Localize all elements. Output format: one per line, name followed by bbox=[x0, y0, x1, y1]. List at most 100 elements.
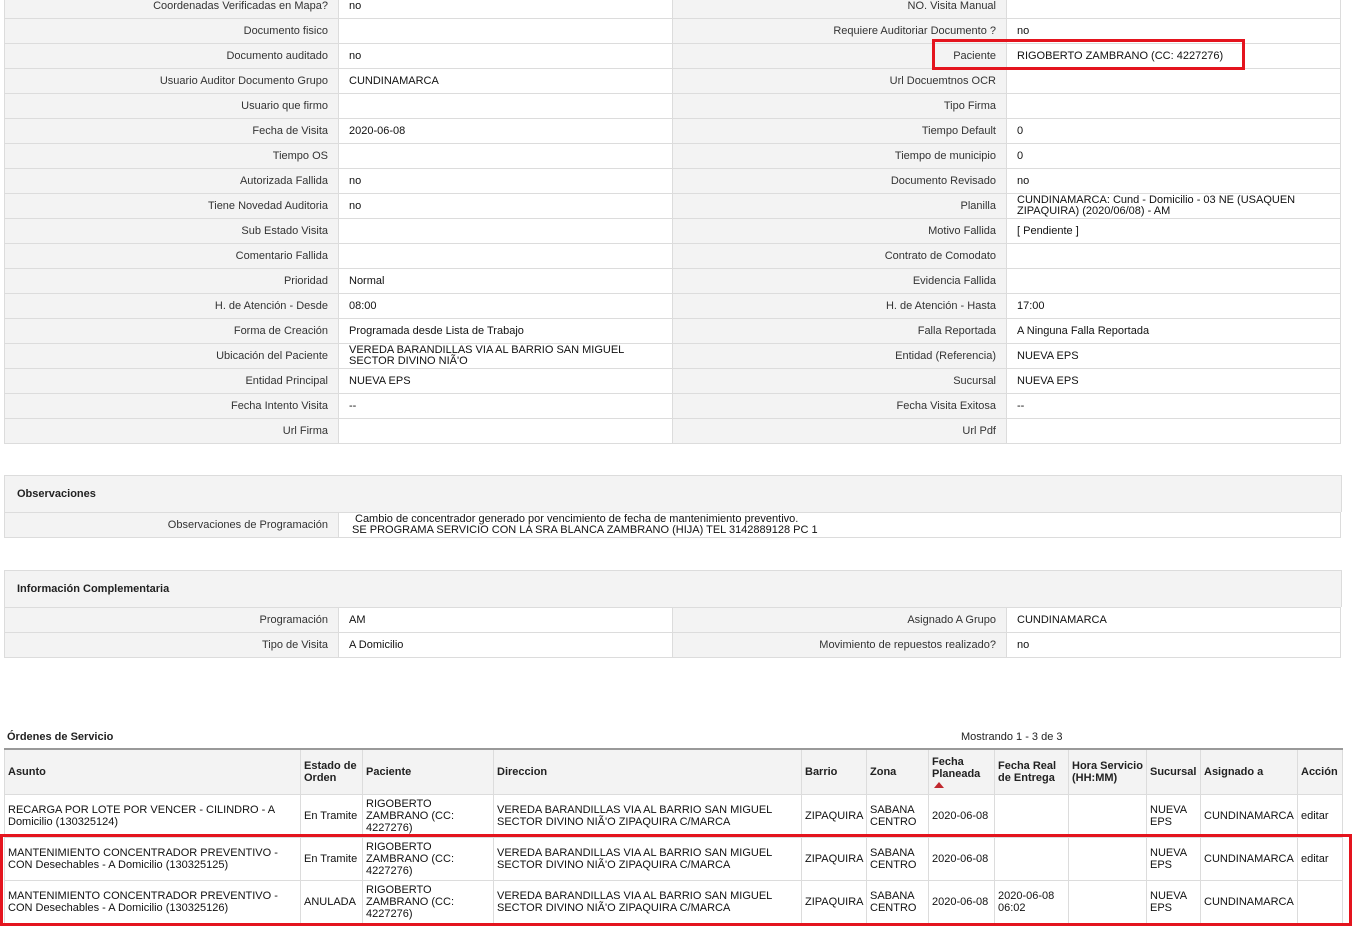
column-label: Fecha Real de Entrega bbox=[998, 760, 1057, 784]
label-url-firma: Url Firma bbox=[4, 418, 339, 444]
cell-asignado: CUNDINAMARCA bbox=[1200, 880, 1298, 924]
value-url-pdf bbox=[1006, 418, 1341, 444]
value-coordenadas-verificadas-en-mapa: no bbox=[338, 0, 673, 19]
label-contrato-de-comodato: Contrato de Comodato bbox=[672, 243, 1007, 269]
label-requiere-auditoriar-documento: Requiere Auditoriar Documento ? bbox=[672, 18, 1007, 44]
details-row: Entidad Principal NUEVA EPS Sucursal NUEVA … bbox=[4, 368, 1341, 394]
value-tiempo-default: 0 bbox=[1006, 118, 1341, 144]
observaciones-table: Observaciones de Programación Cambio de … bbox=[4, 512, 1341, 538]
cell-direccion: VEREDA BARANDILLAS VIA AL BARRIO SAN MIG… bbox=[493, 880, 802, 924]
cell-hora bbox=[1068, 794, 1147, 838]
column-label: Barrio bbox=[805, 766, 838, 778]
sort-asc-icon[interactable] bbox=[934, 782, 944, 788]
cell-direccion: VEREDA BARANDILLAS VIA AL BARRIO SAN MIG… bbox=[493, 837, 802, 881]
edit-link[interactable]: editar bbox=[1301, 810, 1329, 822]
column-label: Asunto bbox=[8, 766, 46, 778]
column-label: Estado de Orden bbox=[304, 760, 357, 784]
column-paciente[interactable]: Paciente bbox=[362, 748, 494, 795]
cell-estado: En Tramite bbox=[300, 837, 363, 881]
value-h-de-atencion-hasta: 17:00 bbox=[1006, 293, 1341, 319]
value-programacion: AM bbox=[338, 607, 673, 633]
value-falla-reportada: A Ninguna Falla Reportada bbox=[1006, 318, 1341, 344]
column-sucursal[interactable]: Sucursal bbox=[1146, 748, 1201, 795]
column-direccion[interactable]: Direccion bbox=[493, 748, 802, 795]
visit-details-table: Coordenadas Verificadas en Mapa? no NO. Vi… bbox=[4, 0, 1341, 444]
cell-fecha-planeada: 2020-06-08 bbox=[928, 837, 995, 881]
details-row: Coordenadas Verificadas en Mapa? no NO. Vi… bbox=[4, 0, 1341, 19]
column-asignado-a[interactable]: Asignado a bbox=[1200, 748, 1298, 795]
value-documento-auditado: no bbox=[338, 43, 673, 69]
cell-fecha-real bbox=[994, 837, 1069, 881]
label-prioridad: Prioridad bbox=[4, 268, 339, 294]
cell-accion bbox=[1297, 880, 1343, 924]
value-fecha-de-visita: 2020-06-08 bbox=[338, 118, 673, 144]
column-accion[interactable]: Acción bbox=[1297, 748, 1343, 795]
edit-link[interactable]: editar bbox=[1301, 853, 1329, 865]
label-documento-auditado: Documento auditado bbox=[4, 43, 339, 69]
label-planilla: Planilla bbox=[672, 193, 1007, 219]
cell-fecha-real bbox=[994, 794, 1069, 838]
cell-accion: editar bbox=[1297, 837, 1343, 881]
cell-estado: En Tramite bbox=[300, 794, 363, 838]
column-label: Fecha Planeada bbox=[932, 756, 981, 780]
complementaria-row: Tipo de Visita A Domicilio Movimiento de r… bbox=[4, 632, 1341, 658]
value-entidad-referencia: NUEVA EPS bbox=[1006, 343, 1341, 369]
label-sucursal: Sucursal bbox=[672, 368, 1007, 394]
details-row: Sub Estado Visita Motivo Fallida[ Pendien… bbox=[4, 218, 1341, 244]
cell-fecha-planeada: 2020-06-08 bbox=[928, 794, 995, 838]
label-paciente: Paciente bbox=[672, 43, 1007, 69]
label-fecha-visita-exitosa: Fecha Visita Exitosa bbox=[672, 393, 1007, 419]
cell-paciente: RIGOBERTO ZAMBRANO (CC: 4227276) bbox=[362, 880, 494, 924]
details-row: Usuario que firmo Tipo Firma bbox=[4, 93, 1341, 119]
label-tipo-firma: Tipo Firma bbox=[672, 93, 1007, 119]
column-barrio[interactable]: Barrio bbox=[801, 748, 867, 795]
label-ubicacion-del-paciente: Ubicación del Paciente bbox=[4, 343, 339, 369]
cell-fecha-real: 2020-06-08 06:02 bbox=[994, 880, 1069, 924]
value-comentario-fallida bbox=[338, 243, 673, 269]
column-fecha-real-de-entrega[interactable]: Fecha Real de Entrega bbox=[994, 748, 1069, 795]
cell-sucursal: NUEVA EPS bbox=[1146, 794, 1201, 838]
observaciones-label: Observaciones de Programación bbox=[4, 512, 339, 538]
observaciones-value: Cambio de concentrador generado por venc… bbox=[338, 512, 1341, 538]
label-fecha-de-visita: Fecha de Visita bbox=[4, 118, 339, 144]
column-zona[interactable]: Zona bbox=[866, 748, 929, 795]
column-estado-de-orden[interactable]: Estado de Orden bbox=[300, 748, 363, 795]
observaciones-section: Observaciones bbox=[4, 475, 1342, 512]
label-comentario-fallida: Comentario Fallida bbox=[4, 243, 339, 269]
table-row: RECARGA POR LOTE POR VENCER - CILINDRO -… bbox=[4, 794, 1343, 838]
cell-asignado: CUNDINAMARCA bbox=[1200, 837, 1298, 881]
value-no-visita-manual bbox=[1006, 0, 1341, 19]
label-tiempo-de-municipio: Tiempo de municipio bbox=[672, 143, 1007, 169]
column-label: Direccion bbox=[497, 766, 548, 778]
label-h-de-atencion-hasta: H. de Atención - Hasta bbox=[672, 293, 1007, 319]
cell-hora bbox=[1068, 837, 1147, 881]
label-tiempo-os: Tiempo OS bbox=[4, 143, 339, 169]
column-hora-servicio-hh-mm[interactable]: Hora Servicio (HH:MM) bbox=[1068, 748, 1147, 795]
label-fecha-intento-visita: Fecha Intento Visita bbox=[4, 393, 339, 419]
label-falla-reportada: Falla Reportada bbox=[672, 318, 1007, 344]
label-forma-de-creacion: Forma de Creación bbox=[4, 318, 339, 344]
details-row: Url Firma Url Pdf bbox=[4, 418, 1341, 444]
label-documento-fisico: Documento fisico bbox=[4, 18, 339, 44]
value-entidad-principal: NUEVA EPS bbox=[338, 368, 673, 394]
cell-accion: editar bbox=[1297, 794, 1343, 838]
label-documento-revisado: Documento Revisado bbox=[672, 168, 1007, 194]
table-row: MANTENIMIENTO CONCENTRADOR PREVENTIVO - … bbox=[4, 880, 1343, 924]
value-contrato-de-comodato bbox=[1006, 243, 1341, 269]
column-fecha-planeada[interactable]: Fecha Planeada bbox=[928, 748, 995, 795]
ordenes-header-row: Asunto Estado de Orden Paciente Direccion Ba… bbox=[4, 748, 1343, 795]
label-tipo-de-visita: Tipo de Visita bbox=[4, 632, 339, 658]
column-asunto[interactable]: Asunto bbox=[4, 748, 301, 795]
value-ubicacion-del-paciente: VEREDA BARANDILLAS VIA AL BARRIO SAN MIG… bbox=[338, 343, 673, 369]
value-evidencia-fallida bbox=[1006, 268, 1341, 294]
cell-barrio: ZIPAQUIRA bbox=[801, 837, 867, 881]
value-url-firma bbox=[338, 418, 673, 444]
cell-estado: ANULADA bbox=[300, 880, 363, 924]
cell-asunto: MANTENIMIENTO CONCENTRADOR PREVENTIVO - … bbox=[4, 880, 301, 924]
cell-fecha-planeada: 2020-06-08 bbox=[928, 880, 995, 924]
details-row: Autorizada Fallida no Documento Revisado no bbox=[4, 168, 1341, 194]
column-label: Zona bbox=[870, 766, 897, 778]
details-row: Documento auditado no Paciente RIGOBERTO ZA… bbox=[4, 43, 1341, 69]
value-tipo-firma bbox=[1006, 93, 1341, 119]
label-h-de-atencion-desde: H. de Atención - Desde bbox=[4, 293, 339, 319]
